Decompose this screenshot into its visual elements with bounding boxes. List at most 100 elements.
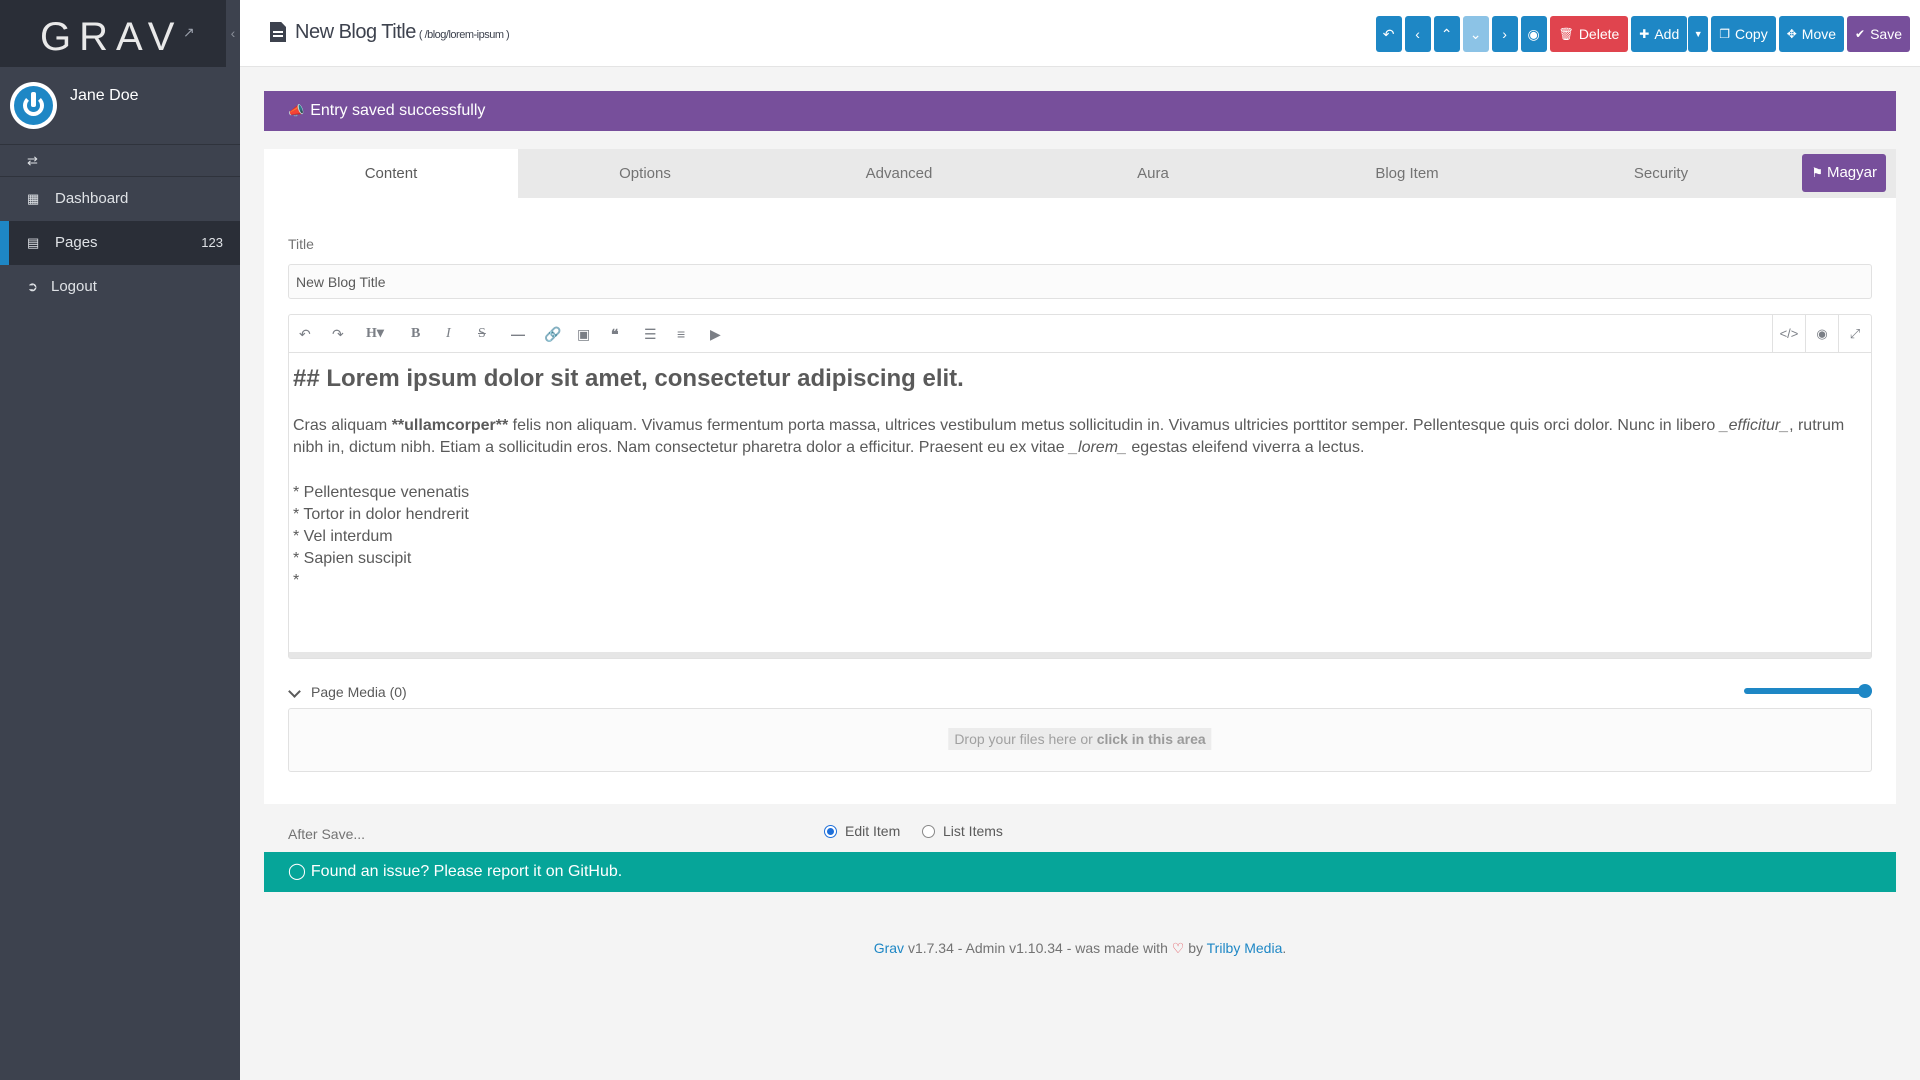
radio-edit-item[interactable]: Edit Item <box>824 823 900 839</box>
issue-text: Found an issue? Please report it on GitH… <box>310 863 623 880</box>
logo-bar: GRAV ↗ ‹ <box>0 0 240 67</box>
link-icon[interactable]: 🔗 <box>544 326 561 342</box>
tab-security[interactable]: Security <box>1534 149 1788 198</box>
save-button[interactable]: ✔ Save <box>1847 16 1910 52</box>
sidebar-item-logout[interactable]: ➲ Logout <box>0 265 240 309</box>
logout-icon: ➲ <box>27 279 38 294</box>
horizontal-rule-icon[interactable]: — <box>511 326 525 342</box>
code-view-icon[interactable]: </> <box>1772 315 1805 353</box>
youtube-icon[interactable]: ▶ <box>710 326 721 342</box>
next-page-button[interactable]: › <box>1491 16 1518 52</box>
add-button[interactable]: ✚ Add <box>1631 16 1688 52</box>
list-item: * Tortor in dolor hendrerit <box>293 506 469 523</box>
list-item: * Pellentesque venenatis <box>293 484 470 501</box>
page-route: ( /blog/lorem-ipsum ) <box>418 29 510 41</box>
slider-thumb[interactable] <box>1858 684 1872 698</box>
check-icon: ✔ <box>1855 27 1866 41</box>
add-label: Add <box>1654 26 1680 42</box>
italic-icon[interactable]: I <box>446 326 451 342</box>
radio-list-items[interactable]: List Items <box>922 823 1003 839</box>
alert-text: Entry saved successfully <box>310 102 486 119</box>
back-arrow-icon: ↶ <box>1382 25 1395 42</box>
grav-link[interactable]: Grav <box>874 940 904 956</box>
preview-icon[interactable]: ◉ <box>1805 315 1838 353</box>
language-button[interactable]: ⚑ Magyar <box>1802 154 1886 192</box>
radio-unselected[interactable] <box>922 825 935 838</box>
sidebar-collapse-button[interactable]: ‹ <box>226 0 240 67</box>
media-dropzone[interactable]: Drop your files here or click in this ar… <box>288 708 1872 772</box>
back-button[interactable]: ↶ <box>1375 16 1402 52</box>
add-dropdown-button[interactable]: ▼ <box>1688 16 1709 52</box>
previous-page-button[interactable]: ‹ <box>1404 16 1431 52</box>
preview-button[interactable]: ◉ <box>1520 16 1547 52</box>
heart-icon: ♡ <box>1171 940 1185 956</box>
refresh-icon[interactable]: ⇄ <box>27 153 38 169</box>
paragraph-italic: _efficitur_ <box>1719 417 1790 434</box>
page-icon: ▤ <box>27 235 40 250</box>
undo-icon[interactable]: ↶ <box>299 326 311 342</box>
tab-advanced[interactable]: Advanced <box>772 149 1026 198</box>
main-content: 📣 Entry saved successfully Content Option… <box>264 91 1896 892</box>
paragraph-italic: _lorem_ <box>1069 439 1127 456</box>
copy-button[interactable]: ❐ Copy <box>1711 16 1776 52</box>
after-save-row: After Save... Edit Item List Items <box>264 804 1896 852</box>
sidebar-item-label: Logout <box>51 278 97 295</box>
bold-icon[interactable]: B <box>411 326 420 342</box>
footer: Grav v1.7.34 - Admin v1.10.34 - was made… <box>240 940 1920 957</box>
delete-label: Delete <box>1578 26 1620 42</box>
tab-blog-item[interactable]: Blog Item <box>1280 149 1534 198</box>
parent-page-button[interactable]: ⌃ <box>1433 16 1460 52</box>
caret-down-icon: ▼ <box>1693 29 1703 39</box>
unordered-list-icon[interactable]: ☰ <box>644 326 657 342</box>
user-name[interactable]: Jane Doe <box>70 87 139 105</box>
paragraph-text: Cras aliquam <box>293 417 392 434</box>
grav-logo[interactable]: GRAV <box>40 15 182 60</box>
paragraph-bold: **ullamcorper** <box>391 417 509 434</box>
image-icon[interactable]: ▣ <box>577 326 590 342</box>
ordered-list-icon[interactable]: ≡ <box>677 326 685 342</box>
page-editor-card: Content Options Advanced Aura Blog Item … <box>264 149 1896 804</box>
editor-content[interactable]: ## Lorem ipsum dolor sit amet, consectet… <box>289 353 1871 592</box>
chevron-down-icon[interactable] <box>288 685 301 698</box>
eye-icon: ◉ <box>1527 25 1540 42</box>
external-link-icon[interactable]: ↗ <box>183 24 195 41</box>
footer-text: by <box>1184 940 1207 956</box>
save-label: Save <box>1870 26 1902 42</box>
strikethrough-icon[interactable]: S <box>478 326 486 342</box>
tab-options[interactable]: Options <box>518 149 772 198</box>
refresh-row[interactable]: ⇄ <box>0 145 240 177</box>
editor-heading: ## Lorem ipsum dolor sit amet, consectet… <box>293 365 964 392</box>
footer-text: v1.7.34 - Admin v1.10.34 - was made with <box>904 940 1172 956</box>
report-issue-bar[interactable]: ◯ Found an issue? Please report it on Git… <box>264 852 1896 892</box>
user-box[interactable]: Jane Doe <box>0 67 240 145</box>
radio-selected[interactable] <box>824 825 837 838</box>
page-title: New Blog Title( /blog/lorem-ipsum ) <box>295 21 510 44</box>
tab-content[interactable]: Content <box>264 149 518 198</box>
dropzone-text-plain: Drop your files here or <box>954 731 1097 747</box>
heading-icon[interactable]: H▾ <box>366 326 384 342</box>
avatar[interactable] <box>10 82 57 129</box>
radio-label: Edit Item <box>845 823 901 839</box>
sidebar-item-pages[interactable]: ▤ Pages 123 <box>0 221 240 265</box>
redo-icon[interactable]: ↷ <box>332 326 344 342</box>
move-button[interactable]: ✥ Move <box>1778 16 1845 52</box>
dropzone-text: Drop your files here or click in this ar… <box>948 728 1212 750</box>
move-label: Move <box>1801 26 1837 42</box>
child-page-button[interactable]: ⌄ <box>1462 16 1489 52</box>
trilby-link[interactable]: Trilby Media <box>1207 940 1283 956</box>
blockquote-icon[interactable]: ❝ <box>611 326 619 342</box>
copy-label: Copy <box>1735 26 1768 42</box>
page-media-label[interactable]: Page Media (0) <box>311 684 407 700</box>
title-input[interactable] <box>288 264 1872 299</box>
chevron-left-icon: ‹ <box>1415 26 1420 42</box>
chevron-down-icon: ⌄ <box>1469 25 1482 42</box>
editor-resize-handle[interactable] <box>289 652 1871 658</box>
document-icon <box>270 22 286 42</box>
fullscreen-icon[interactable]: ⤢ <box>1838 315 1871 353</box>
tab-aura[interactable]: Aura <box>1026 149 1280 198</box>
move-icon: ✥ <box>1786 27 1797 41</box>
chevron-up-icon: ⌃ <box>1440 25 1453 42</box>
sidebar-item-dashboard[interactable]: ▦ Dashboard <box>0 177 240 221</box>
media-size-slider[interactable] <box>1744 684 1872 698</box>
delete-button[interactable]: 🗑 Delete <box>1549 16 1629 52</box>
